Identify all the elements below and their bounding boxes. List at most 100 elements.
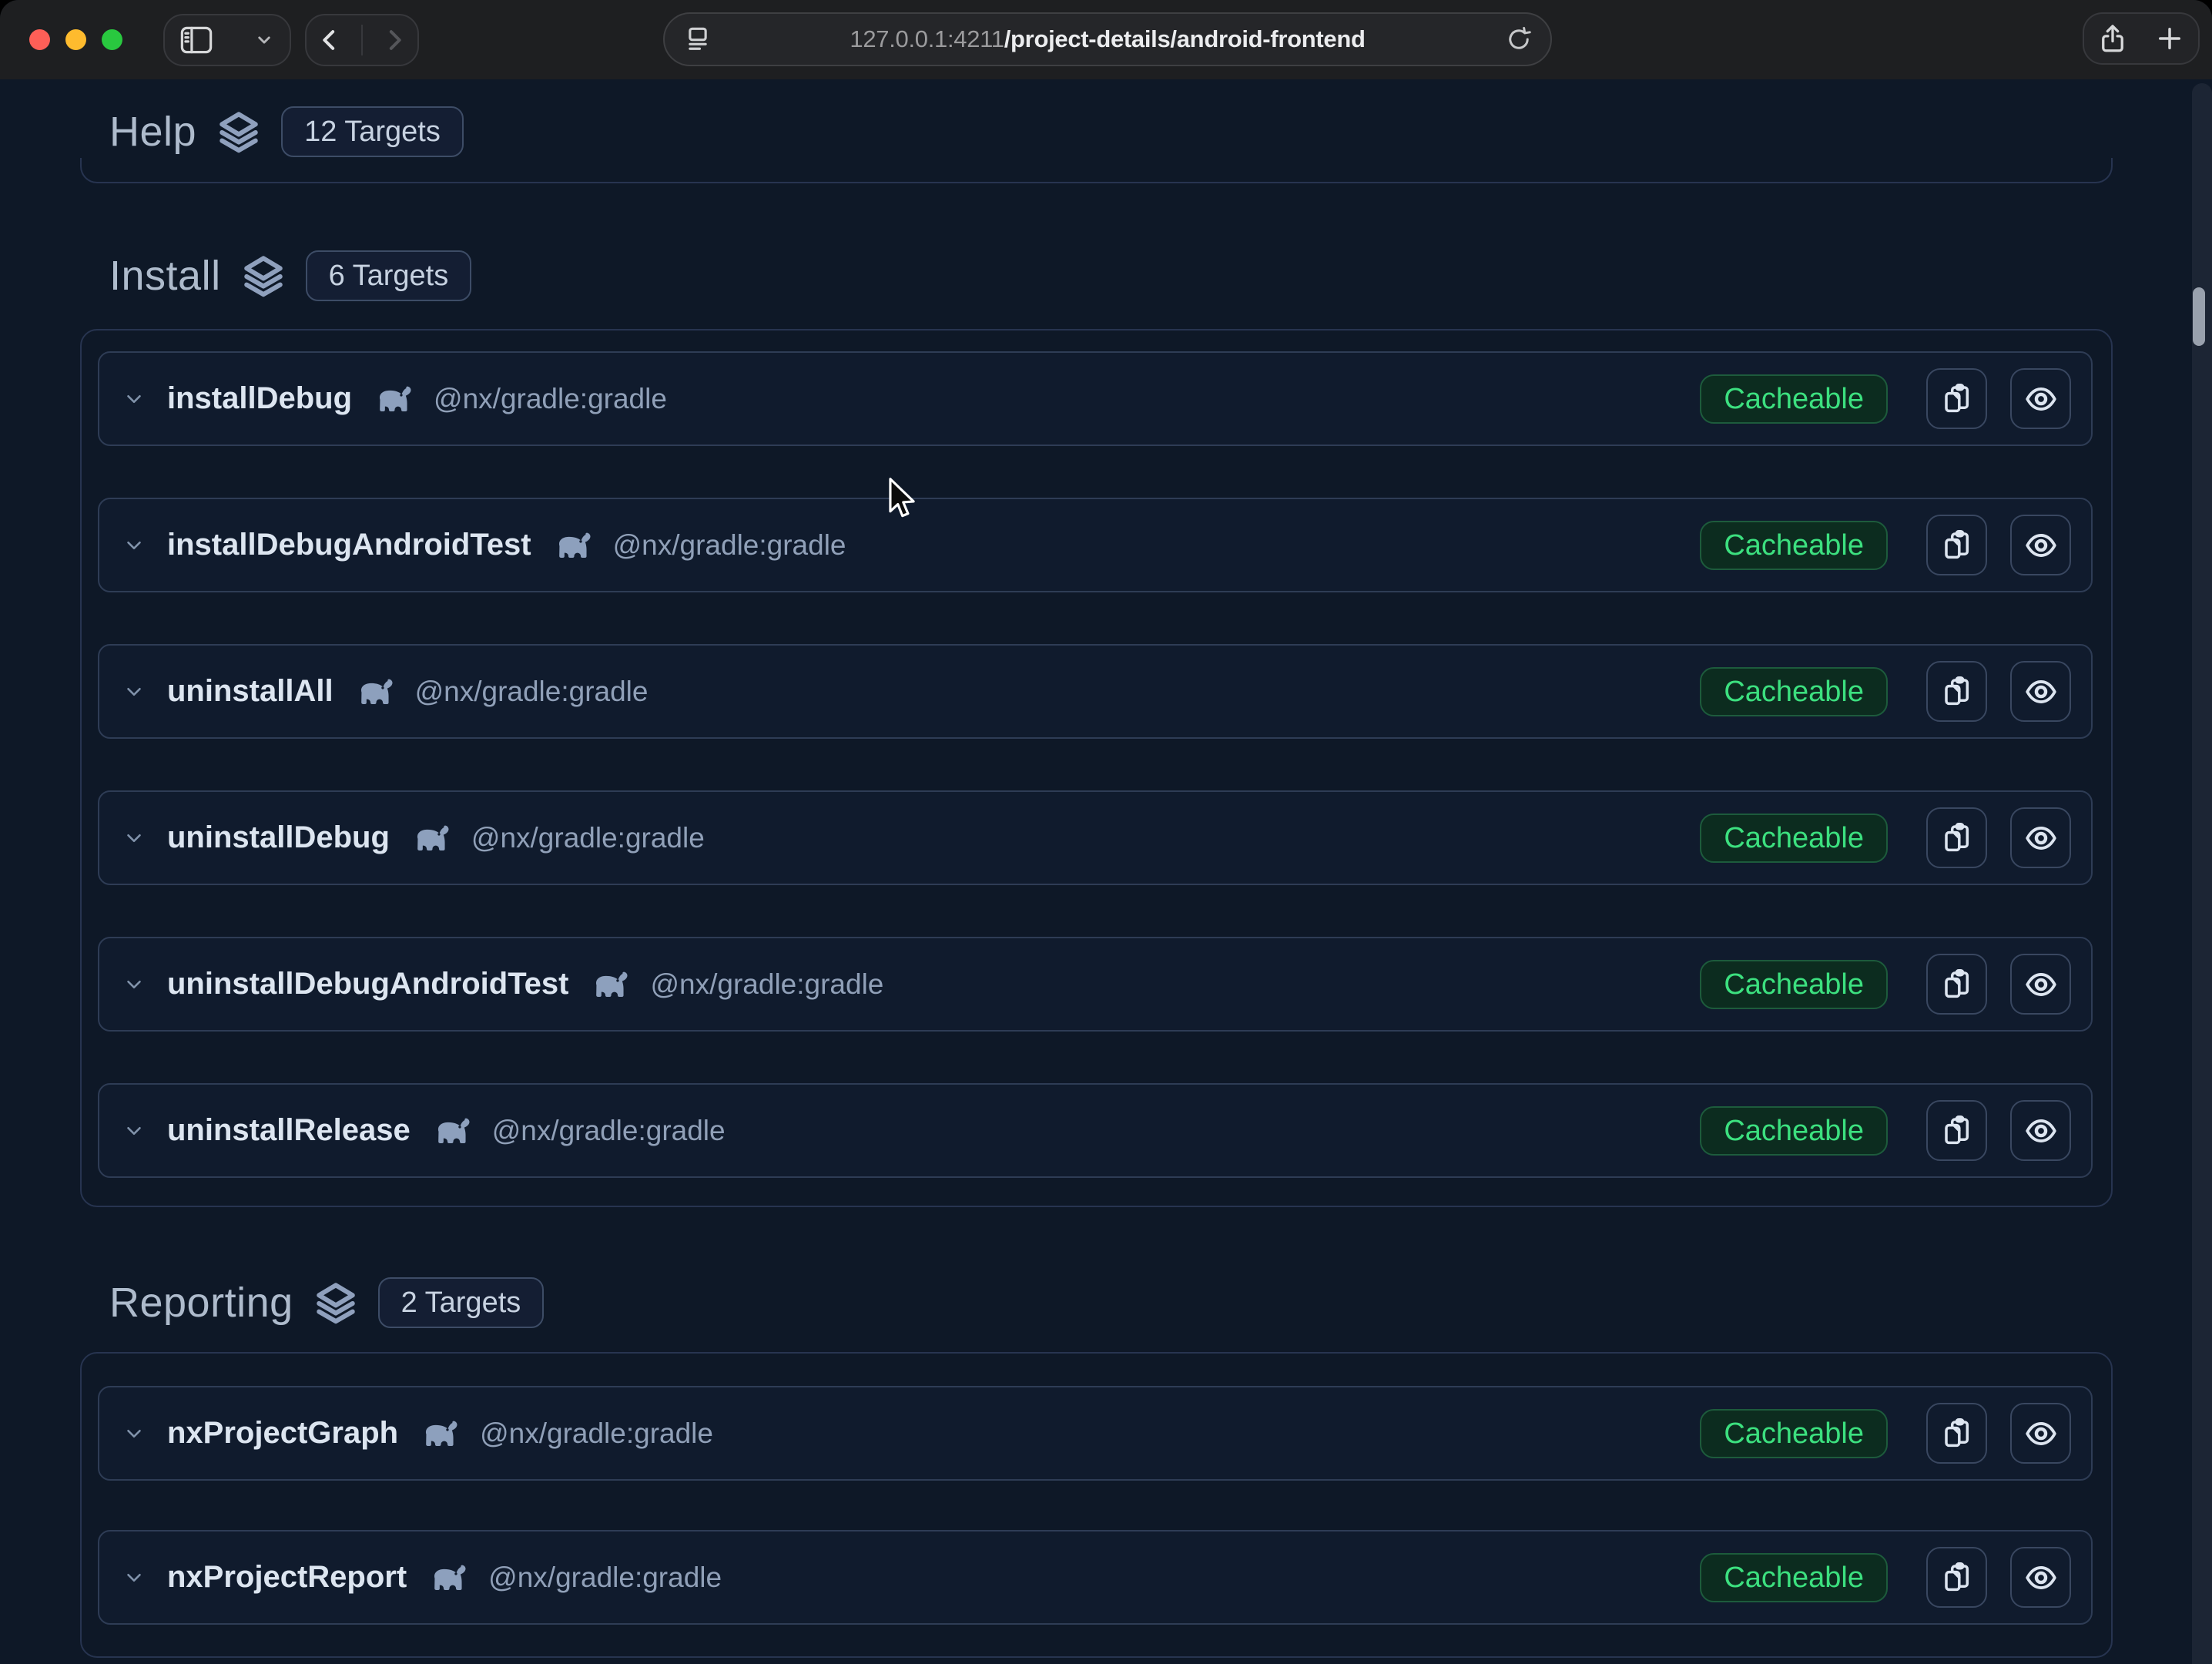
url-path: /project-details/android-frontend [1004,25,1366,52]
chevron-down-icon[interactable] [122,680,146,703]
target-executor: @nx/gradle:gradle [434,383,667,415]
gradle-elephant-icon [590,971,632,1002]
view-target-button[interactable] [2010,1547,2071,1608]
copy-target-button[interactable] [1926,954,1987,1015]
scrollbar-track[interactable] [2192,83,2212,1664]
targets-count-badge: 2 Targets [378,1277,545,1328]
eye-icon [2024,821,2058,855]
minimize-button[interactable] [65,29,86,50]
eye-icon [2024,1114,2058,1148]
layers-stack-icon [241,253,286,298]
forward-icon [379,25,410,55]
copy-target-button[interactable] [1926,1100,1987,1161]
cacheable-badge: Cacheable [1700,814,1888,863]
share-button[interactable] [2096,22,2129,55]
scrollbar-thumb[interactable] [2193,287,2205,346]
sidebar-toggle-button[interactable] [179,25,214,55]
target-executor: @nx/gradle:gradle [488,1562,722,1594]
copy-target-button[interactable] [1926,807,1987,868]
target-row[interactable]: nxProjectReport @nx/gradle:gradle Cachea… [98,1530,2093,1625]
view-target-button[interactable] [2010,368,2071,429]
clipboard-copy-icon [1941,676,1973,708]
target-name: nxProjectGraph [167,1416,398,1451]
targets-group-box: installDebug @nx/gradle:gradle Cacheable [80,329,2113,1207]
targets-group-box: nxProjectGraph @nx/gradle:gradle Cacheab… [80,1352,2113,1658]
reload-icon[interactable] [1504,25,1533,54]
zoom-button[interactable] [102,29,122,50]
view-target-button[interactable] [2010,1403,2071,1464]
back-button[interactable] [314,25,345,55]
section-title: Help [109,108,196,156]
target-name: uninstallRelease [167,1113,411,1148]
section-heading: Reporting 2 Targets [109,1275,544,1330]
target-row[interactable]: installDebugAndroidTest @nx/gradle:gradl… [98,498,2093,592]
copy-target-button[interactable] [1926,1403,1987,1464]
copy-target-button[interactable] [1926,661,1987,722]
traffic-lights [29,29,122,50]
back-icon [314,25,345,55]
cacheable-badge: Cacheable [1700,960,1888,1009]
gradle-elephant-icon [411,824,453,856]
eye-icon [2024,528,2058,562]
new-tab-button[interactable] [2153,22,2186,55]
eye-icon [2024,1561,2058,1595]
new-tab-icon [2153,22,2186,55]
url-text: 127.0.0.1:4211/project-details/android-f… [665,25,1550,53]
sidebar-menu-button[interactable] [253,29,276,52]
clipboard-copy-icon [1941,529,1973,562]
view-target-button[interactable] [2010,807,2071,868]
view-target-button[interactable] [2010,954,2071,1015]
clipboard-copy-icon [1941,822,1973,854]
copy-target-button[interactable] [1926,368,1987,429]
chevron-down-icon [253,29,276,52]
targets-count-badge: 12 Targets [281,106,464,157]
target-executor: @nx/gradle:gradle [471,822,705,854]
view-target-button[interactable] [2010,661,2071,722]
chevron-down-icon[interactable] [122,1422,146,1445]
section-heading: Install 6 Targets [109,248,471,304]
section-title: Install [109,252,221,300]
target-row[interactable]: uninstallDebugAndroidTest @nx/gradle:gra… [98,937,2093,1032]
close-button[interactable] [29,29,50,50]
target-name: uninstallDebug [167,820,390,855]
view-target-button[interactable] [2010,1100,2071,1161]
target-executor: @nx/gradle:gradle [492,1115,726,1147]
gradle-elephant-icon [432,1117,474,1149]
targets-group-box [80,158,2113,183]
address-bar[interactable]: 127.0.0.1:4211/project-details/android-f… [663,12,1552,66]
target-row[interactable]: uninstallDebug @nx/gradle:gradle Cacheab… [98,790,2093,885]
chevron-down-icon[interactable] [122,1119,146,1142]
gradle-elephant-icon [428,1564,470,1595]
target-executor: @nx/gradle:gradle [650,968,883,1001]
chevron-down-icon[interactable] [122,973,146,996]
chevron-down-icon[interactable] [122,387,146,411]
sidebar-toggle-icon [179,25,214,55]
eye-icon [2024,1417,2058,1451]
chevron-down-icon[interactable] [122,534,146,557]
clipboard-copy-icon [1941,1115,1973,1147]
browser-window: 127.0.0.1:4211/project-details/android-f… [0,0,2212,1664]
clipboard-copy-icon [1941,1562,1973,1594]
target-row[interactable]: installDebug @nx/gradle:gradle Cacheable [98,351,2093,446]
view-target-button[interactable] [2010,515,2071,575]
target-name: uninstallDebugAndroidTest [167,967,568,1001]
gradle-elephant-icon [553,532,595,563]
clipboard-copy-icon [1941,383,1973,415]
gradle-elephant-icon [374,385,415,417]
cacheable-badge: Cacheable [1700,521,1888,570]
copy-target-button[interactable] [1926,515,1987,575]
sidebar-toggle-group [163,14,291,66]
gradle-elephant-icon [420,1420,461,1451]
target-row[interactable]: nxProjectGraph @nx/gradle:gradle Cacheab… [98,1386,2093,1481]
eye-icon [2024,968,2058,1001]
share-icon [2096,22,2129,55]
chevron-down-icon[interactable] [122,827,146,850]
chevron-down-icon[interactable] [122,1566,146,1589]
target-executor: @nx/gradle:gradle [480,1417,713,1450]
forward-button[interactable] [379,25,410,55]
target-row[interactable]: uninstallAll @nx/gradle:gradle Cacheable [98,644,2093,739]
gradle-elephant-icon [355,678,397,710]
section-title: Reporting [109,1279,293,1327]
copy-target-button[interactable] [1926,1547,1987,1608]
target-row[interactable]: uninstallRelease @nx/gradle:gradle Cache… [98,1083,2093,1178]
